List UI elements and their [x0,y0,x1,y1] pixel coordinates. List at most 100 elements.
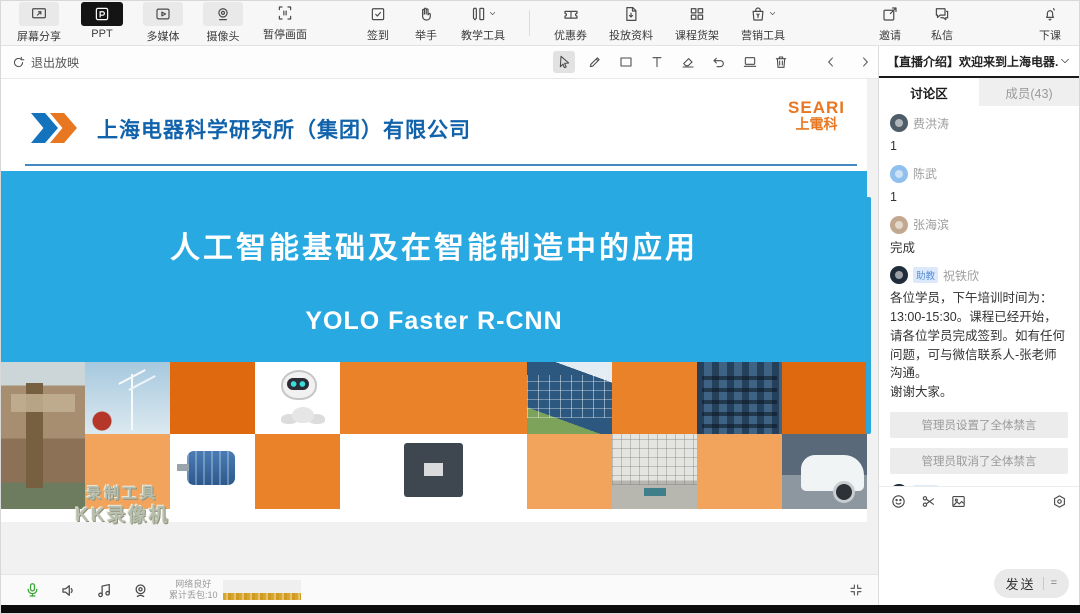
webcam-button[interactable] [131,581,150,600]
private-message-button[interactable]: 私信 [929,3,955,43]
scissors-icon [920,493,937,510]
sign-in-button[interactable]: 签到 [365,3,391,43]
network-text: 网络良好 累计丢包:10 [169,579,218,601]
slide-header: 上海电器科学研究所（集团）有限公司 SEARI 上電科 [1,79,867,171]
private-message-label: 私信 [931,27,953,43]
rectangle-tool[interactable] [615,51,637,73]
course-shelf-button[interactable]: 课程货架 [675,3,719,43]
anechoic-chamber-photo [612,434,697,509]
ppt-icon [81,2,123,26]
pause-screen-label: 暂停画面 [263,26,307,42]
avatar [890,216,908,234]
invite-label: 邀请 [879,27,901,43]
undo-tool[interactable] [708,51,730,73]
electric-motor-photo [170,434,255,509]
teaching-tools-group: 签到 举手 教学工具 优惠券 [365,3,785,43]
orange-tile [527,434,612,509]
emoji-icon [890,493,907,510]
toolbar-divider [529,10,530,36]
ppt-button[interactable]: PPT [81,2,123,44]
end-class-button[interactable]: 下课 [1037,3,1063,43]
username: 费洪涛 [913,115,949,132]
tab-discussion[interactable]: 讨论区 [879,78,979,106]
screen-share-icon [19,2,59,26]
invite-button[interactable]: 邀请 [877,3,903,43]
pause-screen-button[interactable]: 暂停画面 [263,2,307,44]
speaker-button[interactable] [59,581,78,600]
chat-message-list[interactable]: 费洪涛1陈武1张海滨完成助教祝铁欣各位学员，下午培训时间为：13:00-15:3… [879,106,1079,486]
circuit-breaker-photo [340,434,527,509]
next-slide-button[interactable] [855,52,875,72]
materials-icon [618,3,644,25]
teaching-tools-button[interactable]: 教学工具 [461,3,505,43]
chat-input[interactable] [879,515,1079,565]
message-text: 各位学员，下午培训时间为：13:00-15:30。课程已经开始，请各位学员完成签… [890,289,1068,402]
pause-screen-icon [272,2,298,24]
webcam-icon [131,581,150,600]
clear-screen-tool[interactable] [739,51,761,73]
avatar [890,266,908,284]
course-shelf-icon [684,3,710,25]
pointer-icon [556,54,572,70]
panel-tabs: 讨论区 成员(43) [879,78,1079,106]
equipment-racks-photo [697,362,782,434]
collapse-button[interactable] [848,582,864,598]
recorder-watermark: 录制工具 KK录像机 [75,485,169,528]
avatar [890,114,908,132]
chat-panel: 【直播介绍】欢迎来到上海电器... 讨论区 成员(43) 费洪涛1陈武1张海滨完… [878,46,1079,613]
materials-button[interactable]: 投放资料 [609,3,653,43]
send-options-button[interactable]: = [1051,577,1057,589]
orange-tile [255,434,340,509]
seari-logo-text: SEARI [788,99,845,117]
message-text: 完成 [890,239,1068,258]
image-button[interactable] [950,493,967,510]
teaching-tools-icon [465,3,501,25]
assistant-badge: 助教 [913,267,938,283]
end-class-label: 下课 [1039,27,1061,43]
marketing-tools-button[interactable]: 营销工具 [741,3,785,43]
pointer-tool[interactable] [553,51,575,73]
music-button[interactable] [95,581,114,600]
image-icon [950,493,967,510]
multimedia-label: 多媒体 [147,28,180,44]
camera-icon [203,2,243,26]
orange-tile [340,362,527,434]
chevron-down-icon [1059,55,1071,67]
chat-settings-button[interactable] [1051,493,1068,510]
exit-slideshow-icon [11,55,26,70]
previous-slide-button[interactable] [821,52,841,72]
seari-logo-chinese: 上電科 [788,117,845,132]
camera-button[interactable]: 摄像头 [203,2,243,44]
panel-header: 【直播介绍】欢迎来到上海电器... [879,46,1079,78]
chat-message: 助教祝铁欣各位学员，下午培训时间为：13:00-15:30。课程已经开始，请各位… [890,266,1068,402]
end-class-icon [1037,3,1063,25]
exit-slideshow-button[interactable]: 退出放映 [11,54,79,71]
session-group: 邀请 私信 下课 [877,3,1063,43]
coupon-button[interactable]: 优惠券 [554,3,587,43]
double-chevron-icon [31,113,77,143]
chat-message: 张海滨完成 [890,216,1068,258]
invite-icon [877,3,903,25]
scroll-indicator[interactable] [866,197,871,434]
raise-hand-button[interactable]: 举手 [413,3,439,43]
multimedia-button[interactable]: 多媒体 [143,2,183,44]
wind-turbine-photo [85,362,170,434]
network-quality: 网络良好 [175,579,211,589]
coupon-icon [558,3,584,25]
eraser-tool[interactable] [677,51,699,73]
microphone-button[interactable] [23,581,42,600]
screen-share-button[interactable]: 屏幕分享 [17,2,61,44]
slide-banner: 人工智能基础及在智能制造中的应用 YOLO Faster R-CNN [1,171,867,362]
emoji-button[interactable] [890,493,907,510]
pencil-tool[interactable] [584,51,606,73]
trash-tool[interactable] [770,51,792,73]
send-button[interactable]: 发送 = [994,569,1069,598]
panel-collapse-button[interactable] [1059,55,1071,67]
exit-slideshow-label: 退出放映 [31,54,79,71]
slide: 上海电器科学研究所（集团）有限公司 SEARI 上電科 人工智能基础及在智能制造… [1,79,867,522]
tab-members[interactable]: 成员(43) [979,78,1079,106]
text-tool[interactable] [646,51,668,73]
media-source-group: 屏幕分享 PPT 多媒体 摄像头 [17,2,307,44]
screenshot-button[interactable] [920,493,937,510]
ppt-label: PPT [91,28,112,40]
